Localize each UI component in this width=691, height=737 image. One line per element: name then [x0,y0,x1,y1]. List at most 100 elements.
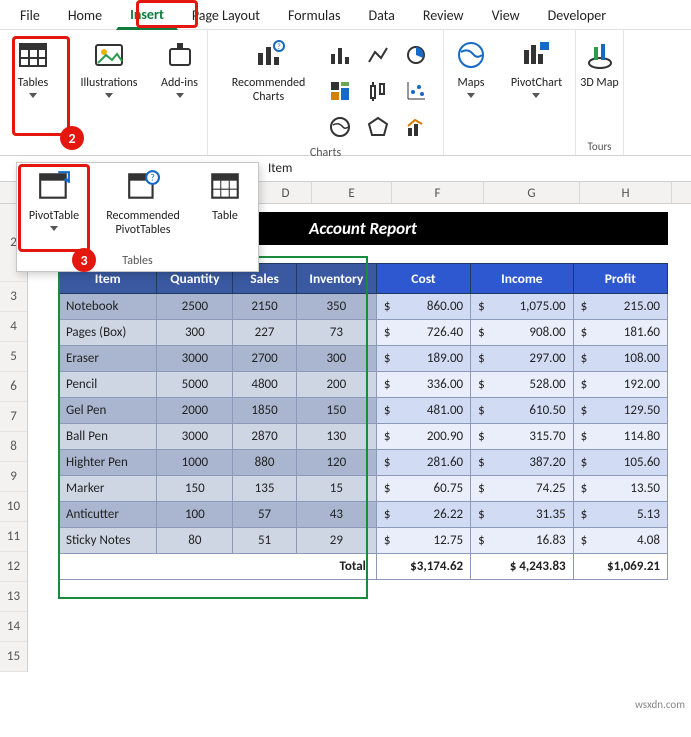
cell-inv[interactable]: 200 [296,372,376,398]
cell-profit[interactable]: 129.50 [573,398,667,424]
table-row[interactable]: Marker 150 135 15 60.75 74.25 13.50 [59,476,668,502]
cell-income[interactable]: 1,075.00 [471,294,574,320]
pivotchart-menu-button[interactable]: PivotChart [507,36,566,100]
row-header-6[interactable]: 6 [0,372,27,402]
cell-sales[interactable]: 2870 [233,424,297,450]
cell-sales[interactable]: 4800 [233,372,297,398]
cell-item[interactable]: Eraser [59,346,157,372]
cell-profit[interactable]: 181.60 [573,320,667,346]
cell-inv[interactable]: 15 [296,476,376,502]
cell-income[interactable]: 528.00 [471,372,574,398]
table-row[interactable]: Eraser 3000 2700 300 189.00 297.00 108.0… [59,346,668,372]
statistic-chart-button[interactable] [363,76,393,106]
table-row[interactable]: Anticutter 100 57 43 26.22 31.35 5.13 [59,502,668,528]
cell-inv[interactable]: 130 [296,424,376,450]
cell-cost[interactable]: 12.75 [376,528,470,554]
tab-developer[interactable]: Developer [534,0,620,30]
cell-sales[interactable]: 135 [233,476,297,502]
cell-profit[interactable]: 13.50 [573,476,667,502]
cell-qty[interactable]: 5000 [157,372,233,398]
cell-sales[interactable]: 227 [233,320,297,346]
tab-home[interactable]: Home [54,0,116,30]
scatter-chart-button[interactable] [401,76,431,106]
cell-profit[interactable]: 105.60 [573,450,667,476]
cell-profit[interactable]: 215.00 [573,294,667,320]
table-row[interactable]: Gel Pen 2000 1850 150 481.00 610.50 129.… [59,398,668,424]
cell-inv[interactable]: 150 [296,398,376,424]
cell-qty[interactable]: 3000 [157,346,233,372]
tab-formulas[interactable]: Formulas [274,0,354,30]
addins-menu-button[interactable]: Add-ins [154,36,206,100]
cell-cost[interactable]: 726.40 [376,320,470,346]
cell-item[interactable]: Pages (Box) [59,320,157,346]
row-header-11[interactable]: 11 [0,522,27,552]
table-row[interactable]: Sticky Notes 80 51 29 12.75 16.83 4.08 [59,528,668,554]
table-row[interactable]: Notebook 2500 2150 350 860.00 1,075.00 2… [59,294,668,320]
cell-profit[interactable]: 114.80 [573,424,667,450]
cell-item[interactable]: Sticky Notes [59,528,157,554]
cell-profit[interactable]: 5.13 [573,502,667,528]
cell-income[interactable]: 31.35 [471,502,574,528]
cell-qty[interactable]: 150 [157,476,233,502]
row-header-3[interactable]: 3 [0,282,27,312]
cell-inv[interactable]: 43 [296,502,376,528]
illustrations-menu-button[interactable]: Illustrations [77,36,142,100]
cell-qty[interactable]: 100 [157,502,233,528]
cell-inv[interactable]: 300 [296,346,376,372]
cell-item[interactable]: Highter Pen [59,450,157,476]
cell-profit[interactable]: 108.00 [573,346,667,372]
table-button[interactable]: Table [195,163,255,254]
combo-chart-button[interactable] [401,112,431,142]
recommended-pivottables-button[interactable]: ? Recommended PivotTables [91,163,195,254]
cell-item[interactable]: Gel Pen [59,398,157,424]
cell-income[interactable]: 16.83 [471,528,574,554]
tab-insert[interactable]: Insert [116,0,178,30]
row-header-9[interactable]: 9 [0,462,27,492]
cell-income[interactable]: 74.25 [471,476,574,502]
cell-cost[interactable]: 481.00 [376,398,470,424]
3d-map-button[interactable]: 3D Map [574,36,626,92]
row-header-7[interactable]: 7 [0,402,27,432]
row-header-12[interactable]: 12 [0,552,27,582]
cell-item[interactable]: Pencil [59,372,157,398]
cell-inv[interactable]: 29 [296,528,376,554]
col-F[interactable]: F [392,182,484,204]
cell-cost[interactable]: 60.75 [376,476,470,502]
cell-sales[interactable]: 57 [233,502,297,528]
cell-cost[interactable]: 860.00 [376,294,470,320]
grid-area[interactable]: Account Report Item Quantity Sales Inven… [28,204,691,672]
cell-cost[interactable]: 281.60 [376,450,470,476]
cell-cost[interactable]: 26.22 [376,502,470,528]
col-D[interactable]: D [260,182,312,204]
th-cost[interactable]: Cost [376,264,470,294]
cell-inv[interactable]: 120 [296,450,376,476]
cell-inv[interactable]: 350 [296,294,376,320]
tables-menu-button[interactable]: Tables [7,36,59,100]
row-header-4[interactable]: 4 [0,312,27,342]
row-header-10[interactable]: 10 [0,492,27,522]
row-header-5[interactable]: 5 [0,342,27,372]
cell-income[interactable]: 908.00 [471,320,574,346]
cell-sales[interactable]: 2700 [233,346,297,372]
tab-page-layout[interactable]: Page Layout [178,0,274,30]
th-income[interactable]: Income [471,264,574,294]
table-row[interactable]: Pencil 5000 4800 200 336.00 528.00 192.0… [59,372,668,398]
maps-menu-button[interactable]: Maps [445,36,497,100]
cell-profit[interactable]: 192.00 [573,372,667,398]
cell-sales[interactable]: 880 [233,450,297,476]
cell-sales[interactable]: 51 [233,528,297,554]
row-header-8[interactable]: 8 [0,432,27,462]
th-inv[interactable]: Inventory [296,264,376,294]
cell-sales[interactable]: 2150 [233,294,297,320]
cell-sales[interactable]: 1850 [233,398,297,424]
col-E[interactable]: E [312,182,392,204]
th-profit[interactable]: Profit [573,264,667,294]
map-chart-button[interactable] [325,112,355,142]
table-row[interactable]: Highter Pen 1000 880 120 281.60 387.20 1… [59,450,668,476]
pivottable-button[interactable]: PivotTable [17,163,91,254]
cell-profit[interactable]: 4.08 [573,528,667,554]
row-header-13[interactable]: 13 [0,582,27,612]
col-G[interactable]: G [484,182,580,204]
tab-data[interactable]: Data [354,0,408,30]
table-row[interactable]: Ball Pen 3000 2870 130 200.90 315.70 114… [59,424,668,450]
